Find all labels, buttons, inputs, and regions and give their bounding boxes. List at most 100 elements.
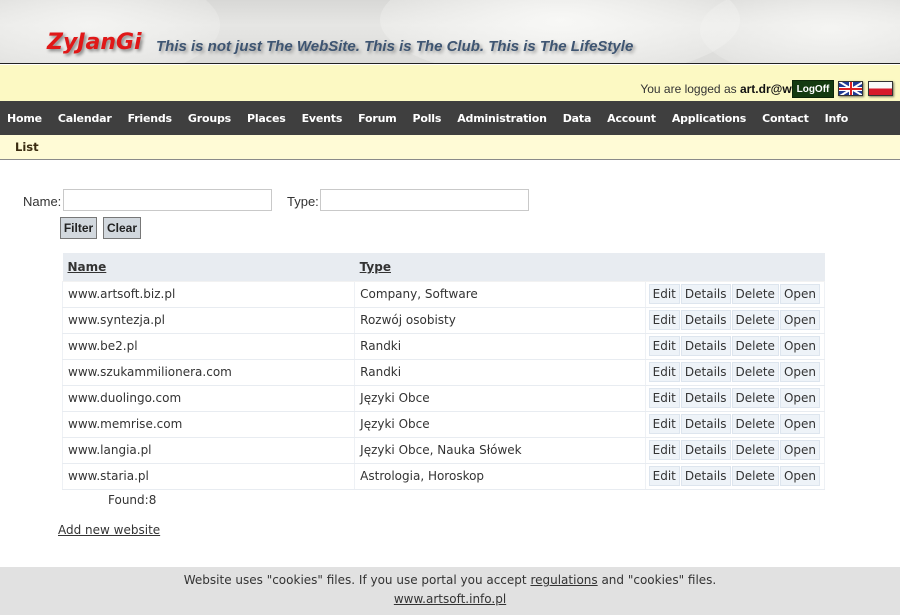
- cell-actions: Edit Details Delete Open: [644, 385, 826, 412]
- cell-actions: Edit Details Delete Open: [644, 307, 826, 334]
- open-button[interactable]: Open: [779, 310, 820, 330]
- delete-button[interactable]: Delete: [731, 284, 779, 304]
- nav-item-applications[interactable]: Applications: [672, 112, 747, 125]
- cell-website-name: www.langia.pl: [61, 437, 355, 464]
- table-row: www.langia.pl Języki Obce, Nauka Słówek Ed…: [61, 437, 826, 464]
- site-banner: ZyJanGi This is not just The WebSite. Th…: [0, 0, 900, 64]
- cell-website-type: Języki Obce: [354, 385, 646, 412]
- details-button[interactable]: Details: [680, 310, 731, 330]
- uk-flag-icon[interactable]: [838, 81, 863, 96]
- cell-website-name: www.szukammilionera.com: [61, 359, 355, 386]
- filter-form: Name: Type:: [0, 189, 900, 211]
- edit-button[interactable]: Edit: [648, 362, 680, 382]
- regulations-link[interactable]: regulations: [530, 573, 597, 587]
- cell-website-type: Języki Obce: [354, 411, 646, 438]
- nav-item-forum[interactable]: Forum: [358, 112, 397, 125]
- nav-item-account[interactable]: Account: [607, 112, 656, 125]
- nav-item-data[interactable]: Data: [563, 112, 592, 125]
- nav-item-groups[interactable]: Groups: [188, 112, 231, 125]
- edit-button[interactable]: Edit: [648, 284, 680, 304]
- table-row: www.szukammilionera.com Randki Edit Details…: [61, 359, 826, 386]
- table-row: www.duolingo.com Języki Obce Edit Details De…: [61, 385, 826, 412]
- cookie-text: Website uses "cookies" files. If you use…: [183, 573, 531, 587]
- nav-item-administration[interactable]: Administration: [457, 112, 547, 125]
- user-bar: You are logged as art.dr@wp.pl: [0, 65, 900, 101]
- cell-website-type: Randki: [354, 359, 646, 386]
- logged-in-status: You are logged as art.dr@wp.pl: [640, 82, 813, 96]
- nav-item-events[interactable]: Events: [302, 112, 343, 125]
- type-filter-label: Type:: [287, 194, 319, 209]
- edit-button[interactable]: Edit: [648, 388, 680, 408]
- nav-item-calendar[interactable]: Calendar: [58, 112, 112, 125]
- details-button[interactable]: Details: [680, 440, 731, 460]
- cell-actions: Edit Details Delete Open: [644, 411, 826, 438]
- nav-item-friends[interactable]: Friends: [128, 112, 173, 125]
- edit-button[interactable]: Edit: [648, 336, 680, 356]
- cell-actions: Edit Details Delete Open: [644, 281, 826, 308]
- delete-button[interactable]: Delete: [731, 362, 779, 382]
- cell-website-type: Company, Software: [354, 281, 646, 308]
- delete-button[interactable]: Delete: [731, 414, 779, 434]
- nav-item-polls[interactable]: Polls: [413, 112, 442, 125]
- open-button[interactable]: Open: [779, 336, 820, 356]
- cell-actions: Edit Details Delete Open: [644, 333, 826, 360]
- column-header-type[interactable]: Type: [354, 253, 646, 282]
- logged-prefix: You are logged as: [640, 82, 740, 96]
- sub-nav: List: [0, 135, 900, 160]
- add-new-website-link[interactable]: Add new website: [58, 523, 160, 537]
- cell-website-type: Astrologia, Horoskop: [354, 463, 646, 490]
- open-button[interactable]: Open: [779, 388, 820, 408]
- nav-item-home[interactable]: Home: [7, 112, 42, 125]
- name-filter-input[interactable]: [63, 189, 272, 211]
- found-count: Found:8: [108, 493, 157, 507]
- subnav-item-list[interactable]: List: [15, 140, 39, 154]
- cell-actions: Edit Details Delete Open: [644, 463, 826, 490]
- column-header-name[interactable]: Name: [62, 253, 355, 282]
- logoff-button[interactable]: LogOff: [792, 80, 834, 98]
- websites-table: Name Type www.artsoft.biz.pl Company, Sof…: [61, 253, 826, 490]
- banner-cloud: [700, 0, 900, 63]
- delete-button[interactable]: Delete: [731, 336, 779, 356]
- clear-button[interactable]: Clear: [103, 217, 141, 239]
- details-button[interactable]: Details: [680, 414, 731, 434]
- open-button[interactable]: Open: [779, 362, 820, 382]
- artsoft-site-link[interactable]: www.artsoft.info.pl: [394, 592, 506, 606]
- cell-website-name: www.syntezja.pl: [61, 307, 355, 334]
- cell-website-name: www.memrise.com: [61, 411, 355, 438]
- site-logo[interactable]: ZyJanGi: [47, 30, 142, 55]
- details-button[interactable]: Details: [680, 284, 731, 304]
- cell-website-name: www.staria.pl: [61, 463, 355, 490]
- details-button[interactable]: Details: [680, 388, 731, 408]
- open-button[interactable]: Open: [779, 466, 820, 486]
- details-button[interactable]: Details: [680, 466, 731, 486]
- details-button[interactable]: Details: [680, 336, 731, 356]
- edit-button[interactable]: Edit: [648, 310, 680, 330]
- open-button[interactable]: Open: [779, 414, 820, 434]
- cell-website-name: www.duolingo.com: [61, 385, 355, 412]
- details-button[interactable]: Details: [680, 362, 731, 382]
- nav-item-contact[interactable]: Contact: [762, 112, 809, 125]
- cookie-notice: Website uses "cookies" files. If you use…: [0, 573, 900, 587]
- filter-button[interactable]: Filter: [60, 217, 97, 239]
- delete-button[interactable]: Delete: [731, 440, 779, 460]
- edit-button[interactable]: Edit: [648, 414, 680, 434]
- cell-actions: Edit Details Delete Open: [644, 437, 826, 464]
- open-button[interactable]: Open: [779, 440, 820, 460]
- delete-button[interactable]: Delete: [731, 310, 779, 330]
- delete-button[interactable]: Delete: [731, 466, 779, 486]
- cell-website-name: www.artsoft.biz.pl: [61, 281, 355, 308]
- nav-item-info[interactable]: Info: [825, 112, 849, 125]
- cell-website-name: www.be2.pl: [61, 333, 355, 360]
- type-filter-input[interactable]: [320, 189, 529, 211]
- table-row: www.memrise.com Języki Obce Edit Details Del…: [61, 411, 826, 438]
- cell-website-type: Rozwój osobisty: [354, 307, 646, 334]
- pl-flag-icon[interactable]: [868, 81, 893, 96]
- main-nav: Home Calendar Friends Groups Places Even…: [0, 101, 900, 135]
- open-button[interactable]: Open: [779, 284, 820, 304]
- nav-item-places[interactable]: Places: [247, 112, 286, 125]
- cell-website-type: Języki Obce, Nauka Słówek: [354, 437, 646, 464]
- delete-button[interactable]: Delete: [731, 388, 779, 408]
- table-header-row: Name Type: [62, 253, 825, 282]
- edit-button[interactable]: Edit: [648, 440, 680, 460]
- edit-button[interactable]: Edit: [648, 466, 680, 486]
